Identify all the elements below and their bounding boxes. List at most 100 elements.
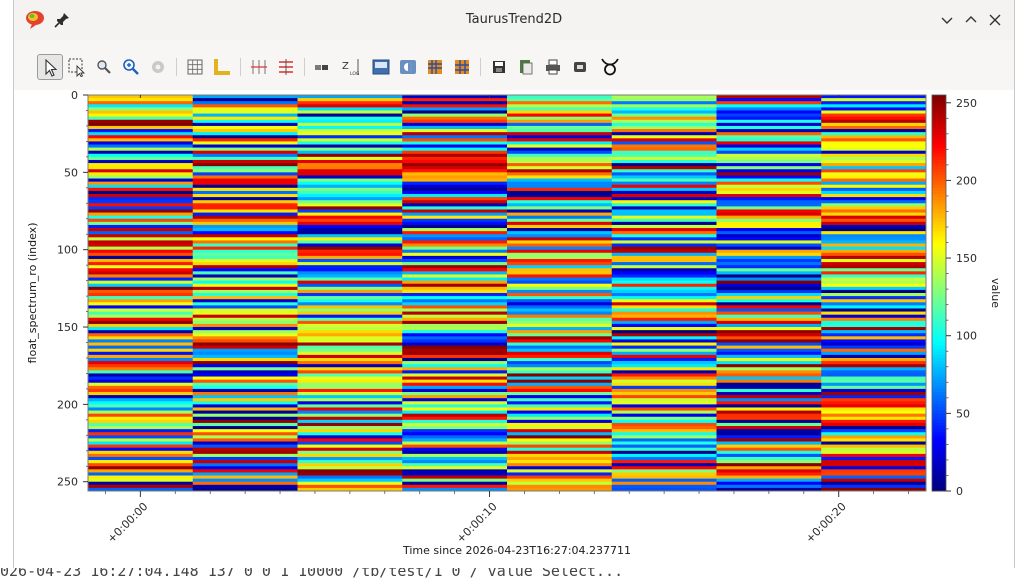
heatmap-cell bbox=[192, 104, 298, 108]
image-view-tool[interactable] bbox=[368, 54, 394, 80]
heatmap-cell bbox=[716, 277, 822, 282]
heatmap-cell bbox=[88, 364, 194, 368]
z-log-toggle[interactable]: Z LOG bbox=[337, 54, 363, 80]
heatmap-svg[interactable]: 0 50 100 150 200 250 +0:00:00 +0:00:10 +0:00:20 T… bbox=[14, 90, 1014, 568]
heatmap-cell bbox=[192, 339, 298, 343]
heatmap-cell bbox=[88, 119, 194, 124]
heatmap-cell bbox=[716, 156, 822, 161]
region-zoom-tool[interactable] bbox=[64, 54, 90, 80]
trend2d-plot[interactable]: 0 50 100 150 200 250 +0:00:00 +0:00:10 +0:00:20 T… bbox=[14, 90, 1014, 568]
heatmap-cell bbox=[297, 388, 403, 393]
colorbar-segment bbox=[932, 125, 946, 130]
maximize-button[interactable] bbox=[960, 9, 982, 31]
vertical-cursor-tool[interactable] bbox=[246, 54, 272, 80]
heatmap-cell bbox=[88, 187, 194, 192]
heatmap-cell bbox=[192, 184, 298, 189]
heatmap-cell bbox=[402, 224, 508, 229]
heatmap-cell bbox=[507, 456, 613, 461]
heatmap-cell bbox=[88, 141, 194, 145]
heatmap-cell bbox=[716, 104, 822, 108]
heatmap-cell bbox=[297, 163, 403, 167]
heatmap-cell bbox=[297, 194, 403, 198]
heatmap-cell bbox=[821, 327, 927, 331]
heatmap-cell bbox=[192, 463, 298, 467]
axes-toggle[interactable] bbox=[209, 54, 235, 80]
heatmap-cell bbox=[297, 401, 403, 405]
horizontal-cursor-tool[interactable] bbox=[273, 54, 299, 80]
print-button[interactable] bbox=[540, 54, 566, 80]
copy-button[interactable] bbox=[513, 54, 539, 80]
heatmap-cell bbox=[611, 277, 717, 282]
heatmap-cell bbox=[88, 286, 194, 291]
heatmap-cell bbox=[507, 228, 613, 232]
heatmap-cell bbox=[88, 172, 194, 176]
title-bar[interactable]: TaurusTrend2D bbox=[14, 0, 1014, 41]
zoom-tool[interactable] bbox=[91, 54, 117, 80]
heatmap-cell bbox=[297, 379, 403, 384]
heatmap-cell bbox=[402, 218, 508, 223]
heatmap-cell bbox=[821, 150, 927, 155]
y-profile-tool[interactable] bbox=[449, 54, 475, 80]
y-profile-icon bbox=[455, 60, 469, 74]
colormap-tool[interactable] bbox=[310, 54, 336, 80]
colorbar-segment bbox=[932, 401, 946, 405]
heatmap-cell bbox=[297, 330, 403, 334]
heatmap-cell bbox=[611, 153, 717, 158]
heatmap-cell bbox=[88, 410, 194, 415]
heatmap-cell bbox=[716, 110, 822, 114]
heatmap-cell bbox=[716, 453, 822, 458]
heatmap-cell bbox=[611, 395, 717, 399]
save-button[interactable] bbox=[486, 54, 512, 80]
heatmap-cell bbox=[716, 302, 822, 306]
grid-toggle[interactable] bbox=[182, 54, 208, 80]
heatmap-cell bbox=[716, 339, 822, 343]
heatmap-cell bbox=[402, 129, 508, 133]
taurus-button[interactable] bbox=[597, 54, 623, 80]
heatmap-cell bbox=[192, 95, 298, 99]
heatmap-cell bbox=[716, 116, 822, 121]
colorbar-segment bbox=[932, 388, 946, 393]
heatmap-cell bbox=[507, 302, 613, 306]
pointer-tool[interactable] bbox=[37, 54, 63, 80]
colorbar-segment bbox=[932, 234, 946, 238]
heatmap-cell bbox=[88, 262, 194, 266]
heatmap-cell bbox=[192, 147, 298, 152]
heatmap-cell bbox=[821, 323, 927, 328]
heatmap-cell bbox=[297, 231, 403, 235]
heatmap-cell bbox=[507, 246, 613, 251]
heatmap-cell bbox=[297, 357, 403, 362]
heatmap-cell bbox=[611, 296, 717, 300]
heatmap-cell bbox=[611, 265, 717, 269]
heatmap-cell bbox=[297, 175, 403, 179]
export-button[interactable] bbox=[567, 54, 593, 80]
heatmap-cell bbox=[716, 184, 822, 189]
zoom-reset-tool[interactable] bbox=[118, 54, 144, 80]
heatmap-cell bbox=[297, 274, 403, 278]
heatmap-cell bbox=[821, 382, 927, 387]
heatmap-cell bbox=[88, 98, 194, 102]
heatmap-cell bbox=[402, 175, 508, 179]
heatmap-cell bbox=[611, 181, 717, 186]
heatmap-cell bbox=[192, 385, 298, 390]
heatmap-cell bbox=[611, 243, 717, 247]
heatmap-cell bbox=[821, 159, 927, 164]
heatmap-cell bbox=[716, 200, 822, 204]
heatmap-cell bbox=[716, 129, 822, 133]
colorbar-segment bbox=[932, 472, 946, 477]
colorbar-segment bbox=[932, 209, 946, 214]
heatmap-cell bbox=[507, 438, 613, 442]
minimize-button[interactable] bbox=[936, 9, 958, 31]
heatmap-cell bbox=[507, 339, 613, 343]
svg-text:Z: Z bbox=[342, 61, 349, 72]
heatmap-cell bbox=[611, 429, 717, 433]
image-icon bbox=[372, 59, 390, 75]
heatmap-cell bbox=[192, 197, 298, 201]
settings-tool[interactable] bbox=[145, 54, 171, 80]
contrast-tool[interactable] bbox=[395, 54, 421, 80]
heatmap-cell bbox=[507, 357, 613, 362]
heatmap-cell bbox=[821, 268, 927, 272]
close-button[interactable] bbox=[984, 9, 1006, 31]
heatmap-cell bbox=[821, 351, 927, 356]
x-profile-tool[interactable] bbox=[422, 54, 448, 80]
heatmap-cell bbox=[402, 147, 508, 152]
